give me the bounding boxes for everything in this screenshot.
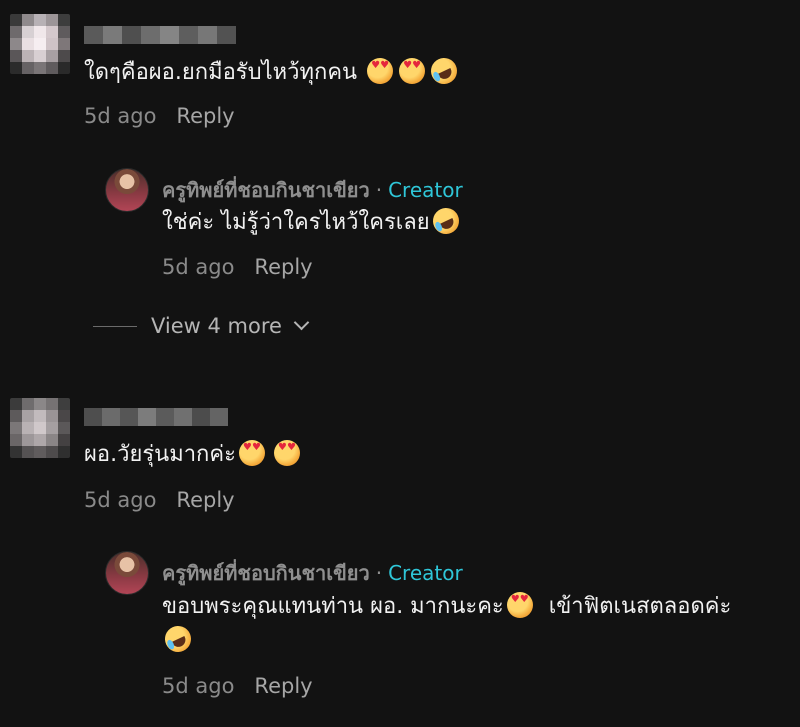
reply-header: ครูทิพย์ที่ชอบกินชาเขียว · Creator xyxy=(162,174,463,206)
creator-username[interactable]: ครูทิพย์ที่ชอบกินชาเขียว xyxy=(162,178,370,202)
separator-dot: · xyxy=(375,178,383,202)
reply-meta: 5d ago Reply xyxy=(162,255,313,279)
reply-text: ใช่ค่ะ ไม่รู้ว่าใครไหว้ใครเลย xyxy=(162,203,463,239)
rolling-on-floor-laughing-icon xyxy=(160,621,196,657)
reply-button[interactable]: Reply xyxy=(176,104,234,128)
smiling-face-with-hearts-icon xyxy=(238,440,265,466)
comment-meta: 5d ago Reply xyxy=(84,488,235,512)
timestamp: 5d ago xyxy=(162,674,235,698)
comment-meta: 5d ago Reply xyxy=(84,104,235,128)
chevron-down-icon xyxy=(293,314,310,330)
reply-body-continued: เข้าฟิตเนสตลอดค่ะ xyxy=(548,594,732,619)
reply-button[interactable]: Reply xyxy=(254,674,312,698)
creator-avatar[interactable] xyxy=(105,168,149,212)
username-blurred[interactable] xyxy=(84,26,236,44)
reply-text: ขอบพระคุณแทนท่าน ผอ. มากนะคะ เข้าฟิตเนสต… xyxy=(162,592,731,622)
reply-meta: 5d ago Reply xyxy=(162,674,313,698)
reply-header: ครูทิพย์ที่ชอบกินชาเขียว · Creator xyxy=(162,557,463,589)
smiling-face-with-hearts-icon xyxy=(506,592,533,618)
comment-body: ใดๆคือผอ.ยกมือรับไหว้ทุกคน xyxy=(84,60,358,85)
rolling-on-floor-laughing-icon xyxy=(428,203,463,239)
user-avatar-blurred[interactable] xyxy=(10,14,70,74)
smiling-face-with-hearts-icon xyxy=(399,58,426,84)
creator-badge: Creator xyxy=(388,561,463,585)
reply-button[interactable]: Reply xyxy=(176,488,234,512)
comment-text: ผอ.วัยรุ่นมากค่ะ xyxy=(84,440,303,470)
divider-line xyxy=(93,325,137,327)
view-more-label: View 4 more xyxy=(151,314,282,338)
smiling-face-with-hearts-icon xyxy=(273,440,300,466)
creator-avatar[interactable] xyxy=(105,551,149,595)
timestamp: 5d ago xyxy=(84,104,157,128)
timestamp: 5d ago xyxy=(84,488,157,512)
reply-button[interactable]: Reply xyxy=(254,255,312,279)
comment-body: ผอ.วัยรุ่นมากค่ะ xyxy=(84,442,236,467)
reply-body: ใช่ค่ะ ไม่รู้ว่าใครไหว้ใครเลย xyxy=(162,210,430,235)
smiling-face-with-hearts-icon xyxy=(367,58,394,84)
username-blurred[interactable] xyxy=(84,408,228,426)
comment-text: ใดๆคือผอ.ยกมือรับไหว้ทุกคน xyxy=(84,53,462,89)
separator-dot: · xyxy=(375,561,383,585)
timestamp: 5d ago xyxy=(162,255,235,279)
rolling-on-floor-laughing-icon xyxy=(426,53,462,89)
creator-username[interactable]: ครูทิพย์ที่ชอบกินชาเขียว xyxy=(162,561,370,585)
view-more-replies-button[interactable]: View 4 more xyxy=(93,314,310,338)
reply-text-line2 xyxy=(160,621,196,657)
user-avatar-blurred[interactable] xyxy=(10,398,70,458)
creator-badge: Creator xyxy=(388,178,463,202)
reply-body: ขอบพระคุณแทนท่าน ผอ. มากนะคะ xyxy=(162,594,504,619)
